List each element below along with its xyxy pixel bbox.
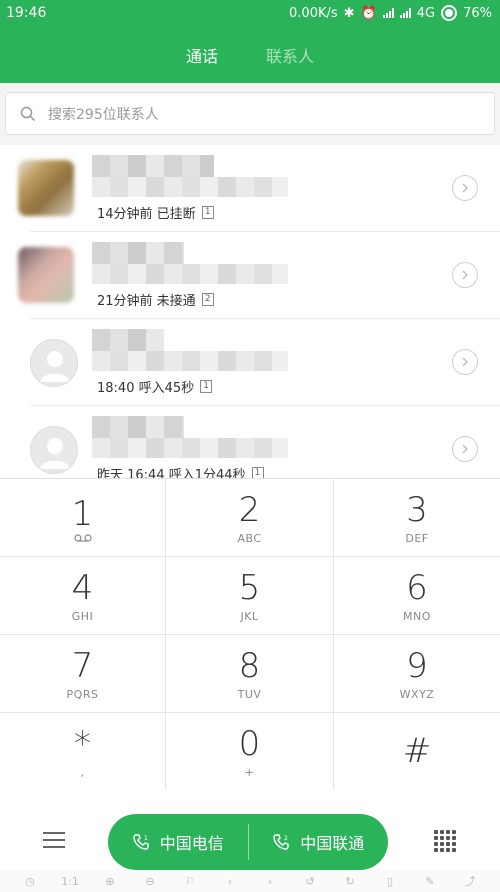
signal-icon xyxy=(382,8,394,18)
phone-sim1-icon: 1 xyxy=(133,834,149,850)
search-icon xyxy=(20,106,36,121)
network-type: 4G xyxy=(416,5,436,21)
bluetooth-icon: ✱ xyxy=(343,5,355,21)
key-7[interactable]: 7 PQRS xyxy=(0,635,166,713)
key-hash[interactable]: # xyxy=(334,713,500,791)
header-tabs: 通话 联系人 xyxy=(0,26,500,83)
network-speed: 0.00K/s xyxy=(289,5,338,21)
zoom-ratio-button[interactable]: 1:1 xyxy=(61,872,79,890)
viewer-toolbar: ◷ 1:1 ⊕ ⊖ ⚐ ‹ › ↺ ↻ ▯ ✎ ⤴ xyxy=(0,870,500,892)
key-3[interactable]: 3 DEF xyxy=(334,479,500,557)
key-6[interactable]: 6 MNO xyxy=(334,557,500,635)
battery-level: 76% xyxy=(463,5,492,21)
person-icon xyxy=(40,351,70,382)
call-sim1-button[interactable]: 1 中国电信 xyxy=(108,814,248,870)
delete-icon[interactable]: ▯ xyxy=(381,872,399,890)
call-info: 21分钟前 未接通 2 xyxy=(97,290,214,309)
redacted-number xyxy=(92,438,288,458)
call-log-row[interactable]: 14分钟前 已挂断 1 xyxy=(0,145,500,232)
search-placeholder: 搜索295位联系人 xyxy=(48,106,159,123)
call-log-row[interactable]: 昨天 16:44 呼入1分44秒 1 xyxy=(0,406,500,478)
clock-icon[interactable]: ◷ xyxy=(21,872,39,890)
phone-sim2-icon: 2 xyxy=(273,834,289,850)
redacted-number xyxy=(92,351,288,371)
call-log-row[interactable]: 21分钟前 未接通 2 xyxy=(0,232,500,319)
rotate-right-icon[interactable]: ↻ xyxy=(341,872,359,890)
key-star[interactable]: * , xyxy=(0,713,166,791)
zoom-in-icon[interactable]: ⊕ xyxy=(101,872,119,890)
status-bar: 19:46 0.00K/s ✱ ⏰ 4G 76% xyxy=(0,0,500,26)
avatar xyxy=(30,426,78,474)
voicemail-icon xyxy=(73,533,92,542)
call-info: 昨天 16:44 呼入1分44秒 1 xyxy=(97,464,264,478)
key-9[interactable]: 9 WXYZ xyxy=(334,635,500,713)
search-container: 搜索295位联系人 xyxy=(0,83,500,145)
key-5[interactable]: 5 JKL xyxy=(166,557,334,635)
avatar xyxy=(18,247,74,303)
avatar xyxy=(30,339,78,387)
key-4[interactable]: 4 GHI xyxy=(0,557,166,635)
key-2[interactable]: 2 ABC xyxy=(166,479,334,557)
sim-badge: 1 xyxy=(201,206,214,219)
redacted-name xyxy=(92,155,214,177)
search-input[interactable]: 搜索295位联系人 xyxy=(5,92,495,135)
status-icons: 0.00K/s ✱ ⏰ 4G 76% xyxy=(289,5,492,21)
svg-text:2: 2 xyxy=(284,835,288,842)
key-8[interactable]: 8 TUV xyxy=(166,635,334,713)
redacted-name xyxy=(92,416,184,438)
svg-text:1: 1 xyxy=(144,835,148,842)
chevron-right-icon[interactable] xyxy=(452,436,478,462)
call-sim2-button[interactable]: 2 中国联通 xyxy=(249,814,389,870)
tab-calls[interactable]: 通话 xyxy=(186,43,218,67)
dual-sim-call-button: 1 中国电信 2 中国联通 xyxy=(108,814,388,870)
menu-icon[interactable] xyxy=(43,832,65,853)
redacted-name xyxy=(92,242,184,264)
chevron-right-icon[interactable] xyxy=(452,175,478,201)
edit-icon[interactable]: ✎ xyxy=(421,872,439,890)
redacted-number xyxy=(92,177,288,197)
sim-badge: 2 xyxy=(201,293,214,306)
avatar xyxy=(18,160,74,216)
person-icon xyxy=(40,438,70,469)
next-icon[interactable]: › xyxy=(261,872,279,890)
alarm-icon: ⏰ xyxy=(360,5,377,21)
battery-icon xyxy=(441,5,458,21)
bottom-action-bar: 1 中国电信 2 中国联通 xyxy=(0,790,500,870)
call-info: 18:40 呼入45秒 1 xyxy=(97,377,213,396)
bookmark-icon[interactable]: ⚐ xyxy=(181,872,199,890)
chevron-right-icon[interactable] xyxy=(452,349,478,375)
key-1[interactable]: 1 xyxy=(0,479,166,557)
status-time: 19:46 xyxy=(6,5,47,21)
key-0[interactable]: 0 + xyxy=(166,713,334,791)
prev-icon[interactable]: ‹ xyxy=(221,872,239,890)
call-log-row[interactable]: 18:40 呼入45秒 1 xyxy=(0,319,500,406)
dial-keypad: 1 2 ABC 3 DEF 4 GHI 5 JKL 6 MNO 7 PQRS 8… xyxy=(0,478,500,791)
share-icon[interactable]: ⤴ xyxy=(461,872,479,890)
redacted-number xyxy=(92,264,288,284)
chevron-right-icon[interactable] xyxy=(452,262,478,288)
signal-icon-2 xyxy=(399,8,411,18)
redacted-name xyxy=(92,329,164,351)
sim-badge: 1 xyxy=(251,467,264,478)
call-log-list: 14分钟前 已挂断 1 21分钟前 未接通 2 18:40 呼入45秒 1 昨天… xyxy=(0,145,500,478)
rotate-left-icon[interactable]: ↺ xyxy=(301,872,319,890)
dialpad-toggle-icon[interactable] xyxy=(434,830,456,852)
call-info: 14分钟前 已挂断 1 xyxy=(97,203,214,222)
tab-contacts[interactable]: 联系人 xyxy=(266,43,314,67)
sim-badge: 1 xyxy=(200,380,213,393)
zoom-out-icon[interactable]: ⊖ xyxy=(141,872,159,890)
